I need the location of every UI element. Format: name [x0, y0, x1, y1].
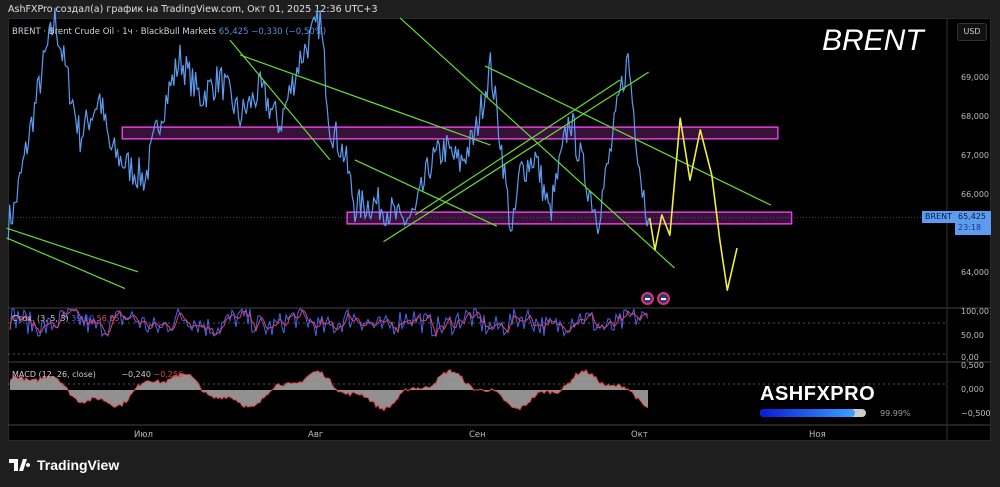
legend-price: 65,425	[218, 27, 249, 37]
us-flag-event-icon[interactable]	[657, 292, 670, 305]
macd-scale-zero: 0,000	[961, 385, 984, 394]
trendline	[6, 227, 139, 273]
stoch-d-value: 56,05	[96, 314, 120, 323]
macd-scale-top: 0,500	[961, 361, 984, 370]
stoch-legend[interactable]: Стох. (3, 5, 3) 39,60 56,05	[12, 314, 120, 323]
tradingview-logo-icon	[9, 459, 31, 471]
progress-fill	[760, 409, 856, 417]
price-tick: 64,000	[961, 268, 989, 277]
tradingview-wordmark: TradingView	[37, 457, 120, 473]
time-tick: Ноя	[809, 430, 826, 440]
price-tick: 69,000	[961, 73, 989, 82]
macd-signal-value: −0,256	[153, 370, 184, 379]
symbol-legend[interactable]: BRENT · Brent Crude Oil · 1ч · BlackBull…	[12, 27, 326, 37]
watermark: BRENT	[822, 24, 924, 57]
trendline	[229, 39, 331, 161]
time-tick: Сен	[469, 430, 486, 440]
stoch-scale-50: 50,00	[961, 331, 984, 340]
forecast-path	[648, 117, 738, 291]
stoch-scale-100: 100,00	[961, 307, 989, 316]
time-tick: Авг	[308, 430, 324, 440]
currency-button[interactable]: USD	[957, 23, 987, 41]
us-flag-event-icon[interactable]	[641, 292, 654, 305]
price-tick: 67,000	[961, 151, 989, 160]
trendline	[6, 237, 126, 290]
price-tick: 68,000	[961, 112, 989, 121]
macd-label: MACD (12, 26, close)	[12, 370, 96, 379]
macd-legend[interactable]: MACD (12, 26, close) −0,240 −0,256	[12, 370, 183, 379]
macd-scale-bottom: −0,500	[961, 409, 991, 418]
stoch-label: Стох. (3, 5, 3)	[12, 314, 69, 323]
progress-label: 99.99%	[880, 409, 911, 418]
progress-bar	[760, 409, 866, 417]
legend-change: −0,330 (−0,50%)	[251, 27, 327, 37]
last-price-tag: 65,425 23:18	[955, 211, 991, 235]
macd-value: −0,240	[121, 370, 151, 379]
time-tick: Июл	[134, 430, 153, 440]
tradingview-logo[interactable]: TradingView	[9, 457, 119, 473]
last-price: 65,425	[958, 212, 986, 221]
bar-countdown: 23:18	[958, 223, 982, 232]
stoch-k-value: 39,60	[71, 314, 95, 323]
price-tick: 66,000	[961, 190, 989, 199]
ashfxpro-logo: ASHFXPRO	[760, 383, 876, 405]
time-tick: Окт	[631, 430, 648, 440]
last-price-symbol-tag: BRENT	[922, 211, 955, 223]
legend-title: BRENT · Brent Crude Oil · 1ч · BlackBull…	[12, 27, 217, 37]
